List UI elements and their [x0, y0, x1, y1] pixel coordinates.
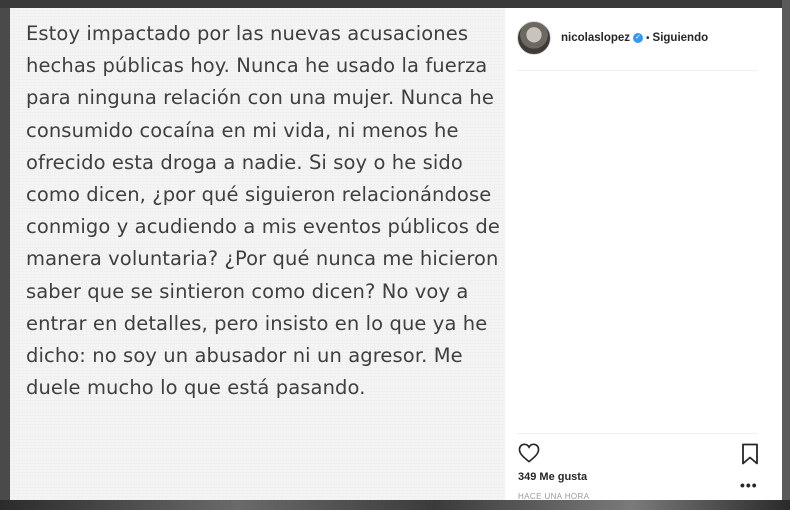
verified-badge-icon: ✓ [633, 33, 644, 43]
post-header: nicolaslopez ✓ • Siguiendo [517, 20, 758, 71]
user-line: nicolaslopez ✓ • Siguiendo [561, 32, 708, 44]
following-button[interactable]: Siguiendo [653, 32, 709, 44]
post-sidebar: nicolaslopez ✓ • Siguiendo 349 Me gusta … [505, 8, 782, 501]
backdrop-edge [782, 0, 790, 510]
backdrop [0, 0, 790, 8]
post-image-text: Estoy impactado por las nuevas acusacion… [26, 22, 500, 400]
likes-count[interactable]: 349 Me gusta [518, 471, 587, 483]
post-image: Estoy impactado por las nuevas acusacion… [10, 8, 505, 500]
more-options-icon[interactable]: ••• [740, 478, 758, 492]
post-timestamp: HACE UNA HORA [518, 492, 590, 501]
separator-dot: • [646, 32, 650, 44]
avatar[interactable] [517, 21, 551, 55]
post-actions: 349 Me gusta HACE UNA HORA ••• [517, 433, 758, 501]
backdrop-bottom [0, 500, 790, 510]
post-modal: Estoy impactado por las nuevas acusacion… [10, 8, 782, 501]
heart-icon[interactable] [518, 443, 540, 463]
username-link[interactable]: nicolaslopez [561, 32, 630, 44]
bookmark-icon[interactable] [741, 443, 759, 465]
